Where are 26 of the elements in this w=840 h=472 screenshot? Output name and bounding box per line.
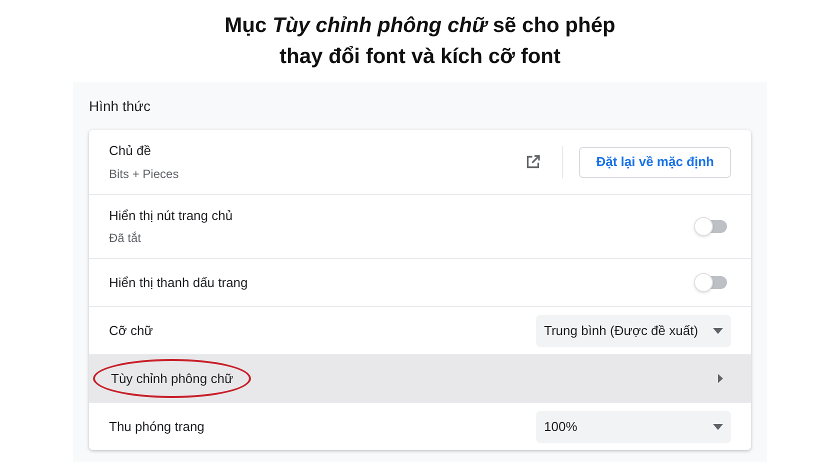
- row-label: Hiển thị nút trang chủ: [109, 206, 233, 225]
- row-sublabel: Bits + Pieces: [109, 166, 179, 183]
- select-dropdown[interactable]: 100%: [536, 410, 731, 442]
- settings-row[interactable]: Hiển thị nút trang chủ Đã tắt: [89, 194, 751, 258]
- toggle-switch[interactable]: [697, 220, 727, 233]
- reset-button[interactable]: Đặt lại về mặc định: [579, 146, 731, 178]
- settings-row[interactable]: Tùy chỉnh phông chữ: [89, 354, 751, 402]
- settings-row[interactable]: Cỡ chữ Trung bình (Được đề xuất): [89, 306, 751, 354]
- settings-row[interactable]: Chủ đề Bits + Pieces Đặt lại về mặc định: [89, 130, 751, 194]
- row-label: Chủ đề: [109, 142, 152, 160]
- settings-row[interactable]: Thu phóng trang 100%: [89, 402, 751, 450]
- row-label: Hiển thị thanh dấu trang: [109, 274, 248, 292]
- arrow-right-icon: [718, 374, 723, 383]
- row-label: Cỡ chữ: [109, 322, 153, 340]
- select-dropdown[interactable]: Trung bình (Được đề xuất): [536, 314, 731, 346]
- open-in-new-icon[interactable]: [524, 153, 542, 171]
- caret-icon: [713, 424, 723, 430]
- section-title: Hình thức: [89, 96, 152, 116]
- toggle-switch[interactable]: [697, 276, 727, 289]
- row-sublabel: Đã tắt: [109, 230, 142, 248]
- caption-line: Mục Tùy chỉnh phông chữ sẽ cho phép: [224, 13, 616, 39]
- settings-row[interactable]: Hiển thị thanh dấu trang: [89, 258, 751, 306]
- caret-icon: [713, 328, 723, 334]
- row-label: Tùy chỉnh phông chữ: [93, 358, 252, 398]
- row-label: Thu phóng trang: [109, 418, 204, 436]
- caption-line: thay đổi font và kích cỡ font: [280, 44, 560, 70]
